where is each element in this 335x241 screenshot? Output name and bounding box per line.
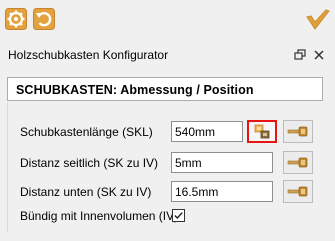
distance-side-label: Distanz seitlich (SK zu IV) <box>20 156 159 170</box>
close-icon[interactable] <box>313 49 325 61</box>
pick-from-model-icon <box>254 124 270 139</box>
measure-tape-icon <box>287 157 308 168</box>
section-header[interactable]: SCHUBKASTEN: Abmessung / Position <box>7 77 323 101</box>
flush-label: Bündig mit Innenvolumen (IV) <box>20 209 179 223</box>
distance-side-measure-button[interactable] <box>283 151 313 174</box>
flush-checkbox[interactable] <box>172 209 185 222</box>
distance-bottom-input[interactable]: 16.5mm <box>171 181 273 202</box>
distance-side-input[interactable]: 5mm <box>171 152 273 173</box>
float-window-icon[interactable] <box>294 49 306 61</box>
panel-title: Holzschubkasten Konfigurator <box>8 48 169 62</box>
reset-icon[interactable] <box>33 8 55 30</box>
distance-bottom-label: Distanz unten (SK zu IV) <box>20 185 152 199</box>
skl-measure-button[interactable] <box>283 120 313 143</box>
distance-bottom-measure-button[interactable] <box>283 180 313 203</box>
accept-check-icon[interactable] <box>305 7 331 33</box>
section-title: SCHUBKASTEN: Abmessung / Position <box>16 83 254 97</box>
skl-label: Schubkastenlänge (SKL) <box>20 125 153 139</box>
pick-from-model-button[interactable] <box>247 120 277 143</box>
measure-tape-icon <box>287 126 308 137</box>
toolbar <box>0 0 335 38</box>
measure-tape-icon <box>287 186 308 197</box>
checkmark-icon <box>174 212 183 220</box>
panel-header: Holzschubkasten Konfigurator <box>0 40 335 68</box>
skl-input[interactable]: 540mm <box>171 121 243 142</box>
settings-gear-icon[interactable] <box>5 8 27 30</box>
